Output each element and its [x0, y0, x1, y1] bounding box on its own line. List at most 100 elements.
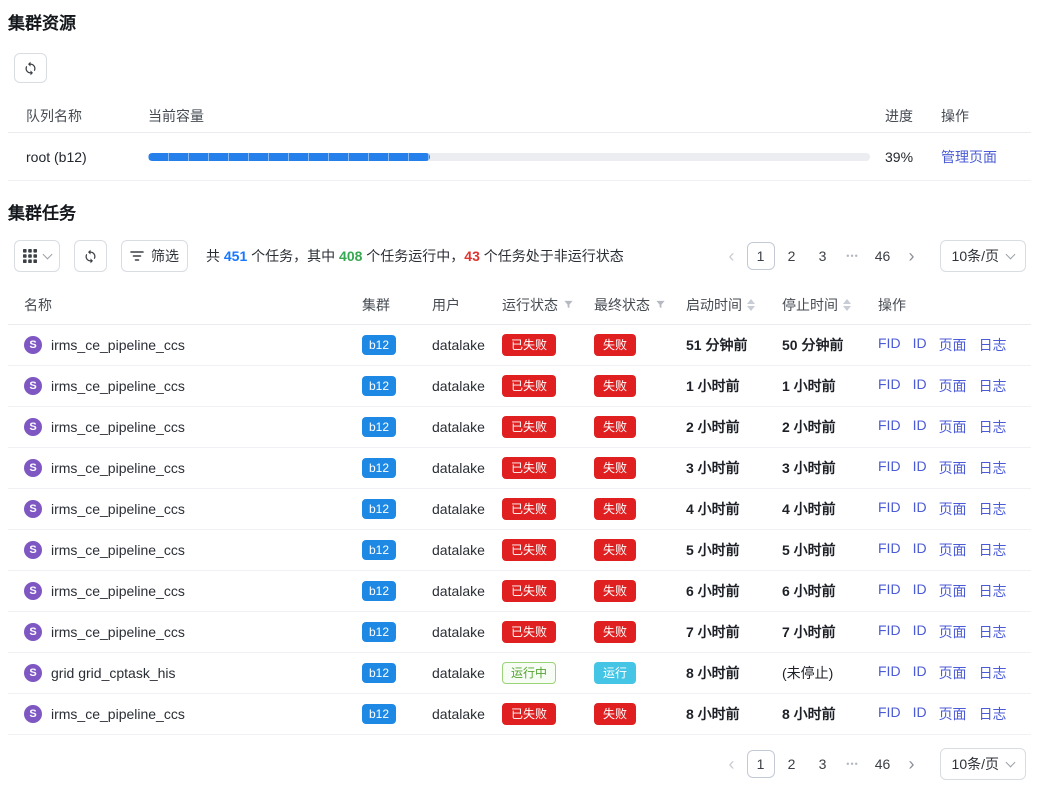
sort-icon[interactable]: [747, 299, 755, 311]
row-actions: FID ID 页面日志: [878, 704, 1023, 724]
page-button-3[interactable]: 3: [809, 750, 837, 778]
app-type-icon: S: [24, 459, 42, 477]
page-button-2[interactable]: 2: [778, 242, 806, 270]
next-page-button[interactable]: ›: [900, 242, 924, 270]
run-status-badge: 已失败: [502, 539, 556, 561]
filter-funnel-icon[interactable]: [655, 299, 666, 310]
queue-row: root (b12) 39% 管理页面: [8, 133, 1031, 181]
user-name: datalake: [432, 378, 502, 394]
cluster-tag: b12: [362, 335, 396, 355]
action-link-FID[interactable]: FID: [878, 704, 901, 724]
action-link-FID[interactable]: FID: [878, 663, 901, 683]
action-link-ID[interactable]: ID: [913, 581, 927, 601]
sort-icon[interactable]: [843, 299, 851, 311]
action-link-ID[interactable]: ID: [913, 335, 927, 355]
action-link-日志[interactable]: 日志: [979, 704, 1007, 724]
refresh-icon: [23, 61, 38, 76]
action-link-页面[interactable]: 页面: [939, 540, 967, 560]
action-link-ID[interactable]: ID: [913, 376, 927, 396]
action-link-日志[interactable]: 日志: [979, 581, 1007, 601]
action-link-FID[interactable]: FID: [878, 376, 901, 396]
cluster-tag: b12: [362, 540, 396, 560]
column-header-progress: 进度: [885, 106, 941, 126]
cluster-tag: b12: [362, 499, 396, 519]
task-name: irms_ce_pipeline_ccs: [51, 624, 185, 640]
table-row: S irms_ce_pipeline_ccs b12 datalake 已失败 …: [8, 325, 1031, 366]
action-link-页面[interactable]: 页面: [939, 376, 967, 396]
filter-button[interactable]: 筛选: [121, 240, 188, 272]
cluster-tag: b12: [362, 417, 396, 437]
action-link-FID[interactable]: FID: [878, 499, 901, 519]
task-name: irms_ce_pipeline_ccs: [51, 706, 185, 722]
filter-button-label: 筛选: [151, 246, 179, 266]
page-size-value: 10条/页: [952, 754, 999, 774]
page-button-1[interactable]: 1: [747, 242, 775, 270]
action-link-日志[interactable]: 日志: [979, 335, 1007, 355]
page-button-1[interactable]: 1: [747, 750, 775, 778]
app-type-icon: S: [24, 582, 42, 600]
action-link-ID[interactable]: ID: [913, 622, 927, 642]
column-header-queue: 队列名称: [26, 106, 148, 126]
cluster-resources-section: 集群资源 队列名称 当前容量 进度 操作 root (b12) 39% 管理页面: [8, 14, 1031, 181]
page-ellipsis: •••: [840, 251, 866, 261]
run-status-badge: 已失败: [502, 457, 556, 479]
action-link-页面[interactable]: 页面: [939, 458, 967, 478]
action-link-日志[interactable]: 日志: [979, 417, 1007, 437]
page-button-3[interactable]: 3: [809, 242, 837, 270]
action-link-日志[interactable]: 日志: [979, 540, 1007, 560]
page-size-select-top[interactable]: 10条/页: [940, 240, 1026, 272]
capacity-progressbar: [148, 153, 870, 161]
user-name: datalake: [432, 460, 502, 476]
resources-refresh-button[interactable]: [14, 53, 47, 83]
page-size-select-bottom[interactable]: 10条/页: [940, 748, 1026, 780]
chevron-down-icon: [1006, 757, 1016, 767]
action-link-ID[interactable]: ID: [913, 663, 927, 683]
action-link-ID[interactable]: ID: [913, 499, 927, 519]
action-link-页面[interactable]: 页面: [939, 499, 967, 519]
chevron-down-icon: [43, 249, 53, 259]
action-link-ID[interactable]: ID: [913, 417, 927, 437]
task-name: grid grid_cptask_his: [51, 665, 176, 681]
action-link-页面[interactable]: 页面: [939, 335, 967, 355]
manage-page-link[interactable]: 管理页面: [941, 147, 1031, 167]
action-link-页面[interactable]: 页面: [939, 581, 967, 601]
row-actions: FID ID 页面日志: [878, 417, 1023, 437]
action-link-页面[interactable]: 页面: [939, 663, 967, 683]
cluster-tag: b12: [362, 663, 396, 683]
next-page-button[interactable]: ›: [900, 750, 924, 778]
app-type-icon: S: [24, 336, 42, 354]
action-link-日志[interactable]: 日志: [979, 622, 1007, 642]
action-link-FID[interactable]: FID: [878, 622, 901, 642]
running-count: 408: [339, 248, 362, 264]
action-link-FID[interactable]: FID: [878, 417, 901, 437]
prev-page-button[interactable]: ‹: [720, 750, 744, 778]
tasks-refresh-button[interactable]: [74, 240, 107, 272]
action-link-日志[interactable]: 日志: [979, 663, 1007, 683]
filter-funnel-icon[interactable]: [563, 299, 574, 310]
column-header-cluster: 集群: [362, 295, 432, 315]
page-button-46[interactable]: 46: [869, 242, 897, 270]
row-actions: FID ID 页面日志: [878, 499, 1023, 519]
action-link-FID[interactable]: FID: [878, 335, 901, 355]
action-link-日志[interactable]: 日志: [979, 499, 1007, 519]
page-button-2[interactable]: 2: [778, 750, 806, 778]
page-ellipsis: •••: [840, 759, 866, 769]
action-link-FID[interactable]: FID: [878, 581, 901, 601]
action-link-ID[interactable]: ID: [913, 704, 927, 724]
action-link-日志[interactable]: 日志: [979, 458, 1007, 478]
action-link-ID[interactable]: ID: [913, 458, 927, 478]
action-link-页面[interactable]: 页面: [939, 417, 967, 437]
page-button-46[interactable]: 46: [869, 750, 897, 778]
columns-config-button[interactable]: [14, 240, 60, 272]
final-status-badge: 失败: [594, 621, 636, 643]
action-link-页面[interactable]: 页面: [939, 704, 967, 724]
action-link-页面[interactable]: 页面: [939, 622, 967, 642]
app-type-icon: S: [24, 623, 42, 641]
action-link-日志[interactable]: 日志: [979, 376, 1007, 396]
action-link-FID[interactable]: FID: [878, 540, 901, 560]
prev-page-button[interactable]: ‹: [720, 242, 744, 270]
action-link-FID[interactable]: FID: [878, 458, 901, 478]
stop-time: 4 小时前: [782, 499, 878, 519]
action-link-ID[interactable]: ID: [913, 540, 927, 560]
stop-time: 5 小时前: [782, 540, 878, 560]
